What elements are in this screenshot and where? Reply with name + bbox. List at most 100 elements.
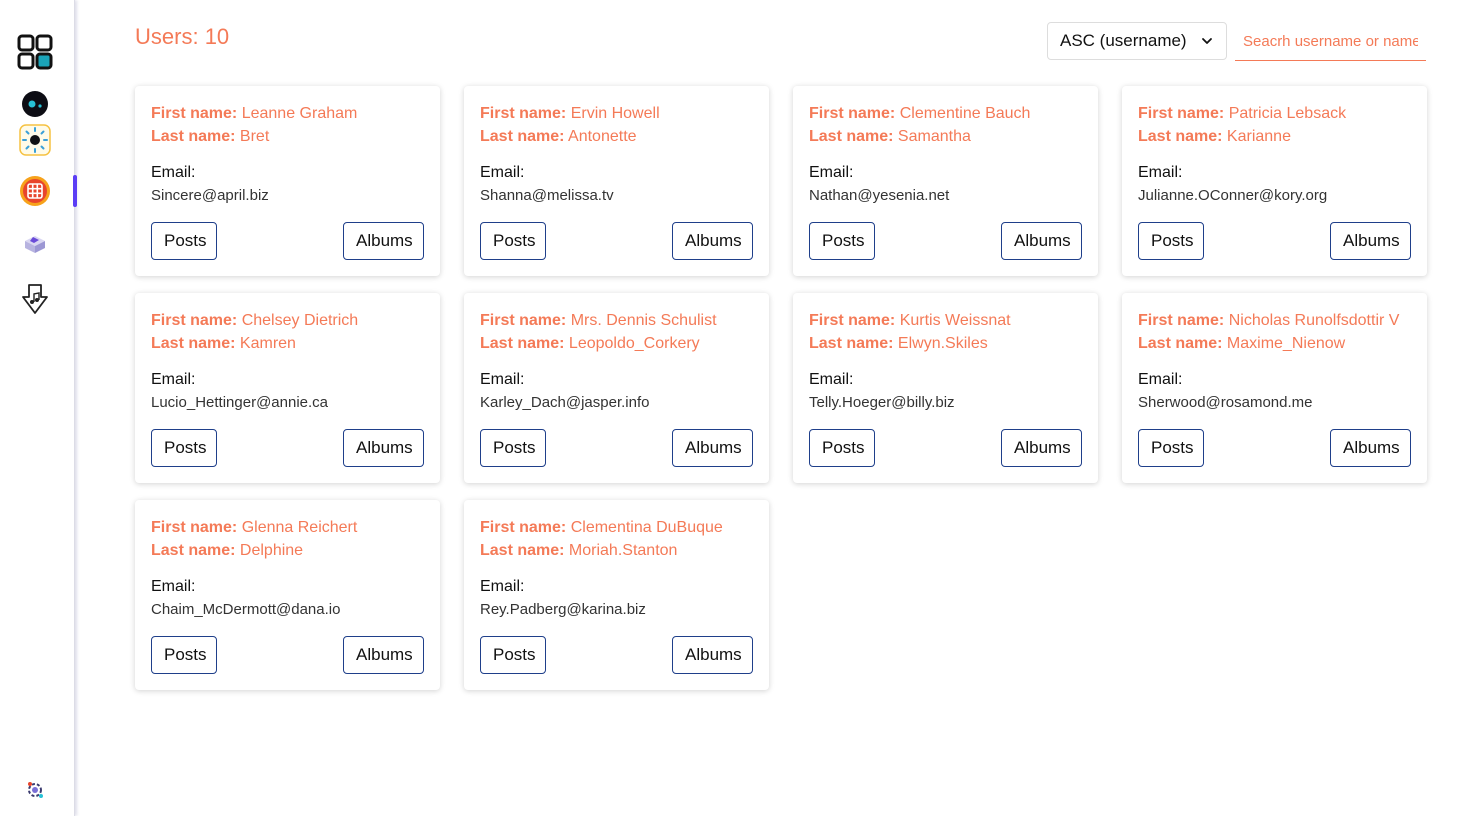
first-name-value: Clementina DuBuque: [570, 519, 723, 536]
sort-select[interactable]: ASC (username): [1047, 22, 1227, 60]
posts-button[interactable]: Posts: [480, 636, 546, 674]
user-card: First name: Mrs. Dennis Schulist Last na…: [464, 293, 769, 483]
first-name-row: First name: Mrs. Dennis Schulist: [480, 309, 753, 332]
first-name-value: Glenna Reichert: [241, 519, 358, 536]
last-name-row: Last name: Moriah.Stanton: [480, 539, 753, 562]
email-value: Rey.Padberg@karina.biz: [480, 601, 646, 618]
first-name-label: First name:: [809, 105, 896, 122]
last-name-row: Last name: Delphine: [151, 539, 424, 562]
settings-bot-icon[interactable]: [17, 772, 53, 808]
first-name-row: First name: Nicholas Runolfsdottir V: [1138, 309, 1411, 332]
albums-button[interactable]: Albums: [672, 636, 753, 674]
last-name-row: Last name: Leopoldo_Corkery: [480, 332, 753, 355]
first-name-row: First name: Clementina DuBuque: [480, 516, 753, 539]
last-name-label: Last name:: [480, 542, 565, 559]
user-card: First name: Clementine Bauch Last name: …: [793, 86, 1098, 276]
music-download-icon[interactable]: [17, 281, 53, 317]
first-name-label: First name:: [151, 519, 238, 536]
first-name-row: First name: Ervin Howell: [480, 102, 753, 125]
first-name-value: Ervin Howell: [570, 105, 660, 122]
first-name-label: First name:: [151, 312, 238, 329]
first-name-row: First name: Patricia Lebsack: [1138, 102, 1411, 125]
albums-button[interactable]: Albums: [1330, 222, 1411, 260]
albums-button[interactable]: Albums: [343, 429, 424, 467]
email-label: Email:: [480, 371, 525, 388]
albums-button[interactable]: Albums: [1001, 222, 1082, 260]
dashboard-grid-icon[interactable]: [17, 34, 53, 70]
first-name-row: First name: Leanne Graham: [151, 102, 424, 125]
last-name-label: Last name:: [1138, 335, 1223, 352]
last-name-label: Last name:: [151, 128, 236, 145]
posts-button[interactable]: Posts: [151, 222, 217, 260]
user-card: First name: Ervin Howell Last name: Anto…: [464, 86, 769, 276]
last-name-value: Bret: [239, 128, 270, 145]
email-label: Email:: [151, 578, 196, 595]
cube-icon[interactable]: [17, 226, 53, 262]
posts-button[interactable]: Posts: [151, 636, 217, 674]
first-name-value: Chelsey Dietrich: [241, 312, 359, 329]
last-name-value: Elwyn.Skiles: [897, 335, 988, 352]
first-name-value: Mrs. Dennis Schulist: [570, 312, 717, 329]
last-name-row: Last name: Bret: [151, 125, 424, 148]
chevron-down-icon: [1202, 38, 1212, 44]
albums-button[interactable]: Albums: [1001, 429, 1082, 467]
email-value: Nathan@yesenia.net: [809, 187, 950, 204]
posts-button[interactable]: Posts: [809, 429, 875, 467]
email-value: Sherwood@rosamond.me: [1138, 394, 1313, 411]
email-value: Sincere@april.biz: [151, 187, 269, 204]
first-name-label: First name:: [480, 519, 567, 536]
albums-button[interactable]: Albums: [343, 636, 424, 674]
posts-button[interactable]: Posts: [809, 222, 875, 260]
last-name-label: Last name:: [809, 335, 894, 352]
last-name-value: Moriah.Stanton: [568, 542, 678, 559]
user-card: First name: Glenna Reichert Last name: D…: [135, 500, 440, 690]
albums-button[interactable]: Albums: [672, 429, 753, 467]
users-count-label: Users:: [135, 24, 199, 49]
email-value: Lucio_Hettinger@annie.ca: [151, 394, 329, 411]
dot-circle-icon[interactable]: [17, 86, 53, 122]
first-name-value: Clementine Bauch: [899, 105, 1031, 122]
sun-gear-icon[interactable]: [17, 122, 53, 158]
posts-button[interactable]: Posts: [1138, 222, 1204, 260]
sidebar: [0, 0, 77, 816]
last-name-label: Last name:: [809, 128, 894, 145]
search-input[interactable]: [1235, 22, 1426, 61]
email-value: Karley_Dach@jasper.info: [480, 394, 650, 411]
first-name-value: Patricia Lebsack: [1228, 105, 1347, 122]
email-label: Email:: [480, 164, 525, 181]
email-label: Email:: [809, 371, 854, 388]
grid-app-icon[interactable]: [17, 173, 53, 209]
first-name-row: First name: Glenna Reichert: [151, 516, 424, 539]
posts-button[interactable]: Posts: [480, 429, 546, 467]
last-name-value: Karianne: [1226, 128, 1291, 145]
email-value: Julianne.OConner@kory.org: [1138, 187, 1328, 204]
last-name-value: Antonette: [568, 128, 637, 145]
last-name-value: Kamren: [239, 335, 296, 352]
last-name-row: Last name: Maxime_Nienow: [1138, 332, 1411, 355]
posts-button[interactable]: Posts: [151, 429, 217, 467]
posts-button[interactable]: Posts: [480, 222, 546, 260]
email-label: Email:: [1138, 164, 1183, 181]
albums-button[interactable]: Albums: [672, 222, 753, 260]
users-count-value: 10: [204, 24, 230, 49]
user-card-grid: First name: Leanne Graham Last name: Bre…: [135, 86, 1427, 690]
first-name-row: First name: Kurtis Weissnat: [809, 309, 1082, 332]
email-label: Email:: [809, 164, 854, 181]
users-count: Users: 10: [135, 24, 229, 50]
albums-button[interactable]: Albums: [1330, 429, 1411, 467]
email-value: Shanna@melissa.tv: [480, 187, 614, 204]
last-name-row: Last name: Kamren: [151, 332, 424, 355]
last-name-value: Samantha: [897, 128, 971, 145]
last-name-label: Last name:: [480, 335, 565, 352]
first-name-row: First name: Chelsey Dietrich: [151, 309, 424, 332]
last-name-row: Last name: Elwyn.Skiles: [809, 332, 1082, 355]
first-name-label: First name:: [151, 105, 238, 122]
posts-button[interactable]: Posts: [1138, 429, 1204, 467]
last-name-value: Maxime_Nienow: [1226, 335, 1346, 352]
last-name-label: Last name:: [151, 335, 236, 352]
albums-button[interactable]: Albums: [343, 222, 424, 260]
first-name-label: First name:: [480, 105, 567, 122]
last-name-row: Last name: Karianne: [1138, 125, 1411, 148]
last-name-value: Delphine: [239, 542, 304, 559]
last-name-label: Last name:: [151, 542, 236, 559]
